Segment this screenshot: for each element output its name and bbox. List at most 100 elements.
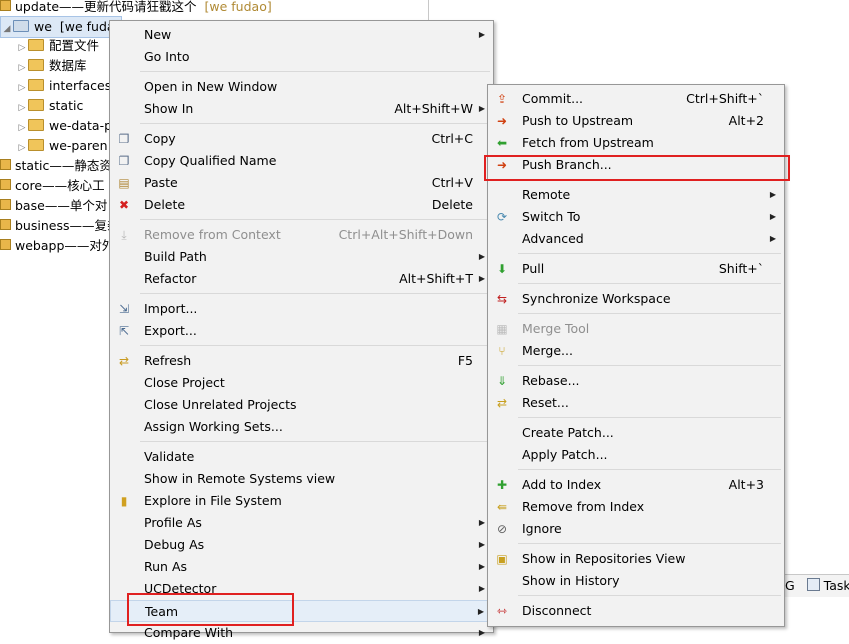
menu-item-switch-to[interactable]: ⟳ Switch To ▶ <box>488 206 784 228</box>
switch-icon: ⟳ <box>496 210 508 224</box>
merge-icon: ⑂ <box>498 344 506 358</box>
menu-item-show-remote-systems[interactable]: Show in Remote Systems view <box>110 468 493 490</box>
menu-item-fetch-upstream[interactable]: ⬅ Fetch from Upstream <box>488 132 784 154</box>
add-index-icon: ✚ <box>496 478 508 492</box>
menu-item-merge[interactable]: ⑂ Merge... <box>488 340 784 362</box>
paste-icon: ▤ <box>118 176 130 190</box>
menu-item-copy[interactable]: ❐ Copy Ctrl+C <box>110 128 493 150</box>
context-menu: New ▶ Go Into Open in New Window Show In A… <box>109 20 494 640</box>
menu-item-remove-from-index[interactable]: ⇚ Remove from Index <box>488 496 784 518</box>
menu-item-refactor[interactable]: Refactor Alt+Shift+T ▶ <box>110 268 493 290</box>
menu-item-debug-as[interactable]: Debug As ▶ <box>110 534 493 556</box>
project-folder-icon <box>13 20 29 32</box>
import-icon: ⇲ <box>118 302 130 316</box>
tree-row-we-data[interactable]: ▷ we-data-p <box>16 116 113 138</box>
menu-item-rebase[interactable]: ⇓ Rebase... <box>488 370 784 392</box>
tree-row-core[interactable]: core——核心工 <box>0 176 105 196</box>
folder-icon <box>28 119 44 131</box>
refresh-icon: ⇄ <box>118 354 130 368</box>
merge-tool-icon: ▦ <box>496 322 508 336</box>
expand-arrow-icon[interactable]: ▷ <box>16 98 28 118</box>
tree-row-static-project[interactable]: static——静态资 <box>0 156 112 176</box>
bottom-view-tabs: G Task <box>780 574 849 597</box>
menu-item-explore-file-system[interactable]: ▮ Explore in File System <box>110 490 493 512</box>
push-upstream-icon: ➜ <box>496 114 508 128</box>
menu-item-advanced[interactable]: Advanced ▶ <box>488 228 784 250</box>
menu-item-show-history[interactable]: Show in History <box>488 570 784 592</box>
expand-arrow-icon[interactable]: ▷ <box>16 78 28 98</box>
menu-item-commit[interactable]: ⇪ Commit... Ctrl+Shift+` <box>488 88 784 110</box>
submenu-arrow-icon: ▶ <box>769 212 776 221</box>
remove-index-icon: ⇚ <box>496 500 508 514</box>
submenu-arrow-icon: ▶ <box>478 104 485 113</box>
menu-item-profile-as[interactable]: Profile As ▶ <box>110 512 493 534</box>
tab-tasks[interactable]: Task <box>824 578 849 593</box>
menu-item-close-project[interactable]: Close Project <box>110 372 493 394</box>
menu-item-new[interactable]: New ▶ <box>110 24 493 46</box>
folder-icon <box>28 59 44 71</box>
menu-item-show-repositories[interactable]: ▣ Show in Repositories View <box>488 548 784 570</box>
menu-item-ignore[interactable]: ⊘ Ignore <box>488 518 784 540</box>
project-icon <box>0 0 11 11</box>
collapse-arrow-icon[interactable]: ◢ <box>1 19 13 39</box>
tree-row-we[interactable]: ◢ we [we fuda <box>0 16 122 38</box>
sync-icon: ⇆ <box>496 292 508 306</box>
tree-row-business[interactable]: business——复杂 <box>0 216 120 236</box>
menu-item-run-as[interactable]: Run As ▶ <box>110 556 493 578</box>
menu-item-copy-qualified-name[interactable]: ❐ Copy Qualified Name <box>110 150 493 172</box>
expand-arrow-icon[interactable]: ▷ <box>16 138 28 158</box>
tree-row-base[interactable]: base——单个对 <box>0 196 107 216</box>
tab-partial[interactable]: G <box>785 578 795 593</box>
ignore-icon: ⊘ <box>496 522 508 536</box>
expand-arrow-icon[interactable]: ▷ <box>16 58 28 78</box>
tree-row-webapp[interactable]: webapp——对外 <box>0 236 114 256</box>
submenu-arrow-icon: ▶ <box>478 628 485 637</box>
menu-item-show-in[interactable]: Show In Alt+Shift+W ▶ <box>110 98 493 120</box>
folder-icon <box>28 99 44 111</box>
explore-icon: ▮ <box>120 494 128 508</box>
tree-row-static[interactable]: ▷ static <box>16 96 84 118</box>
menu-item-disconnect[interactable]: ⇿ Disconnect <box>488 600 784 622</box>
menu-item-refresh[interactable]: ⇄ Refresh F5 <box>110 350 493 372</box>
submenu-arrow-icon: ▶ <box>769 234 776 243</box>
tree-row-interfaces[interactable]: ▷ interfaces <box>16 76 112 98</box>
tree-row-we-parent[interactable]: ▷ we-paren <box>16 136 108 156</box>
menu-item-close-unrelated[interactable]: Close Unrelated Projects <box>110 394 493 416</box>
expand-arrow-icon[interactable]: ▷ <box>16 38 28 58</box>
delete-icon: ✖ <box>118 198 130 212</box>
menu-item-apply-patch[interactable]: Apply Patch... <box>488 444 784 466</box>
menu-item-assign-working-sets[interactable]: Assign Working Sets... <box>110 416 493 438</box>
submenu-arrow-icon: ▶ <box>478 274 485 283</box>
menu-item-export[interactable]: ⇱ Export... <box>110 320 493 342</box>
menu-item-open-new-window[interactable]: Open in New Window <box>110 76 493 98</box>
folder-icon <box>28 139 44 151</box>
project-icon <box>0 219 11 230</box>
menu-item-validate[interactable]: Validate <box>110 446 493 468</box>
submenu-arrow-icon: ▶ <box>477 607 484 616</box>
submenu-arrow-icon: ▶ <box>478 584 485 593</box>
tree-row-database[interactable]: ▷ 数据库 <box>16 56 87 76</box>
team-highlight-box <box>127 593 294 626</box>
menu-item-synchronize-workspace[interactable]: ⇆ Synchronize Workspace <box>488 288 784 310</box>
menu-item-go-into[interactable]: Go Into <box>110 46 493 68</box>
menu-item-add-to-index[interactable]: ✚ Add to Index Alt+3 <box>488 474 784 496</box>
menu-item-merge-tool: ▦ Merge Tool <box>496 321 590 336</box>
tree-row-config[interactable]: ▷ 配置文件 <box>16 36 99 56</box>
menu-item-build-path[interactable]: Build Path ▶ <box>110 246 493 268</box>
menu-item-create-patch[interactable]: Create Patch... <box>488 422 784 444</box>
rebase-icon: ⇓ <box>496 374 508 388</box>
copy-qualified-icon: ❐ <box>118 154 130 168</box>
submenu-arrow-icon: ▶ <box>478 518 485 527</box>
commit-icon: ⇪ <box>496 92 508 106</box>
menu-item-push-upstream[interactable]: ➜ Push to Upstream Alt+2 <box>488 110 784 132</box>
menu-item-remote[interactable]: Remote ▶ <box>488 184 784 206</box>
menu-item-delete[interactable]: ✖ Delete Delete <box>110 194 493 216</box>
menu-item-remove-from-context: ⤓ Remove from Context Ctrl+Alt+Shift+Down <box>110 224 493 246</box>
tree-row-update[interactable]: update——更新代码请狂戳这个 [we fudao] <box>0 0 272 17</box>
disconnect-icon: ⇿ <box>496 604 508 618</box>
menu-item-import[interactable]: ⇲ Import... <box>110 298 493 320</box>
menu-item-pull[interactable]: ⬇ Pull Shift+` <box>488 258 784 280</box>
menu-item-paste[interactable]: ▤ Paste Ctrl+V <box>110 172 493 194</box>
menu-item-reset[interactable]: ⇄ Reset... <box>488 392 784 414</box>
expand-arrow-icon[interactable]: ▷ <box>16 118 28 138</box>
